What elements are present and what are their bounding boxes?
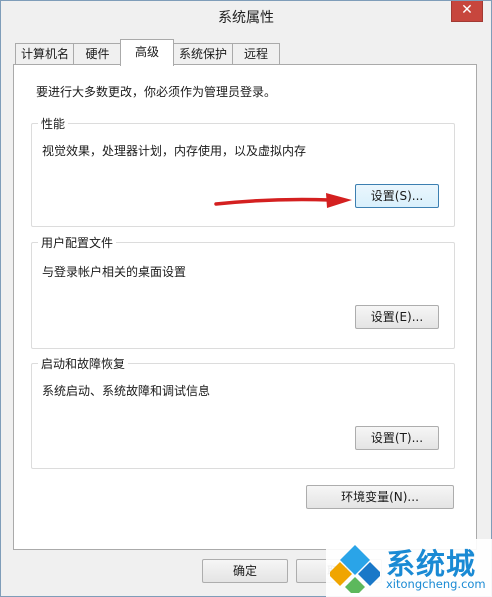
startup-recovery-description: 系统启动、系统故障和调试信息 bbox=[42, 384, 211, 398]
ok-button[interactable]: 确定 bbox=[202, 559, 288, 583]
performance-settings-button[interactable]: 设置(S)... bbox=[355, 184, 439, 208]
startup-recovery-settings-button[interactable]: 设置(T)... bbox=[355, 426, 439, 450]
window-title: 系统属性 bbox=[218, 10, 274, 26]
system-properties-window: 系统属性 ✕ 计算机名 硬件 高级 系统保护 远程 要进行大多数更改，你必须作为… bbox=[0, 0, 492, 597]
title-bar[interactable]: 系统属性 ✕ bbox=[1, 1, 491, 31]
environment-variables-button[interactable]: 环境变量(N)... bbox=[306, 485, 454, 509]
user-profiles-title: 用户配置文件 bbox=[38, 234, 117, 251]
performance-title: 性能 bbox=[38, 115, 69, 132]
watermark-url: xitongcheng.com bbox=[386, 577, 486, 591]
user-profiles-settings-button[interactable]: 设置(E)... bbox=[355, 305, 439, 329]
advanced-tab-panel: 要进行大多数更改，你必须作为管理员登录。 性能 视觉效果，处理器计划，内存使用，… bbox=[13, 64, 477, 550]
startup-recovery-title: 启动和故障恢复 bbox=[38, 355, 129, 372]
user-profiles-description: 与登录帐户相关的桌面设置 bbox=[42, 265, 187, 279]
tab-system-protection[interactable]: 系统保护 bbox=[172, 43, 234, 65]
windows-logo-icon bbox=[330, 545, 380, 593]
tab-hardware[interactable]: 硬件 bbox=[73, 43, 122, 65]
admin-notice: 要进行大多数更改，你必须作为管理员登录。 bbox=[36, 85, 277, 99]
tab-advanced[interactable]: 高级 bbox=[120, 39, 174, 66]
close-button[interactable]: ✕ bbox=[451, 1, 483, 22]
user-profiles-group: 用户配置文件 与登录帐户相关的桌面设置 设置(E)... bbox=[31, 234, 455, 349]
tab-computer-name[interactable]: 计算机名 bbox=[15, 43, 75, 65]
startup-recovery-group: 启动和故障恢复 系统启动、系统故障和调试信息 设置(T)... bbox=[31, 355, 455, 469]
watermark: 系统城 xitongcheng.com bbox=[326, 539, 492, 597]
red-arrow-annotation bbox=[214, 193, 352, 208]
performance-description: 视觉效果，处理器计划，内存使用，以及虚拟内存 bbox=[42, 144, 307, 158]
tab-remote[interactable]: 远程 bbox=[232, 43, 280, 65]
